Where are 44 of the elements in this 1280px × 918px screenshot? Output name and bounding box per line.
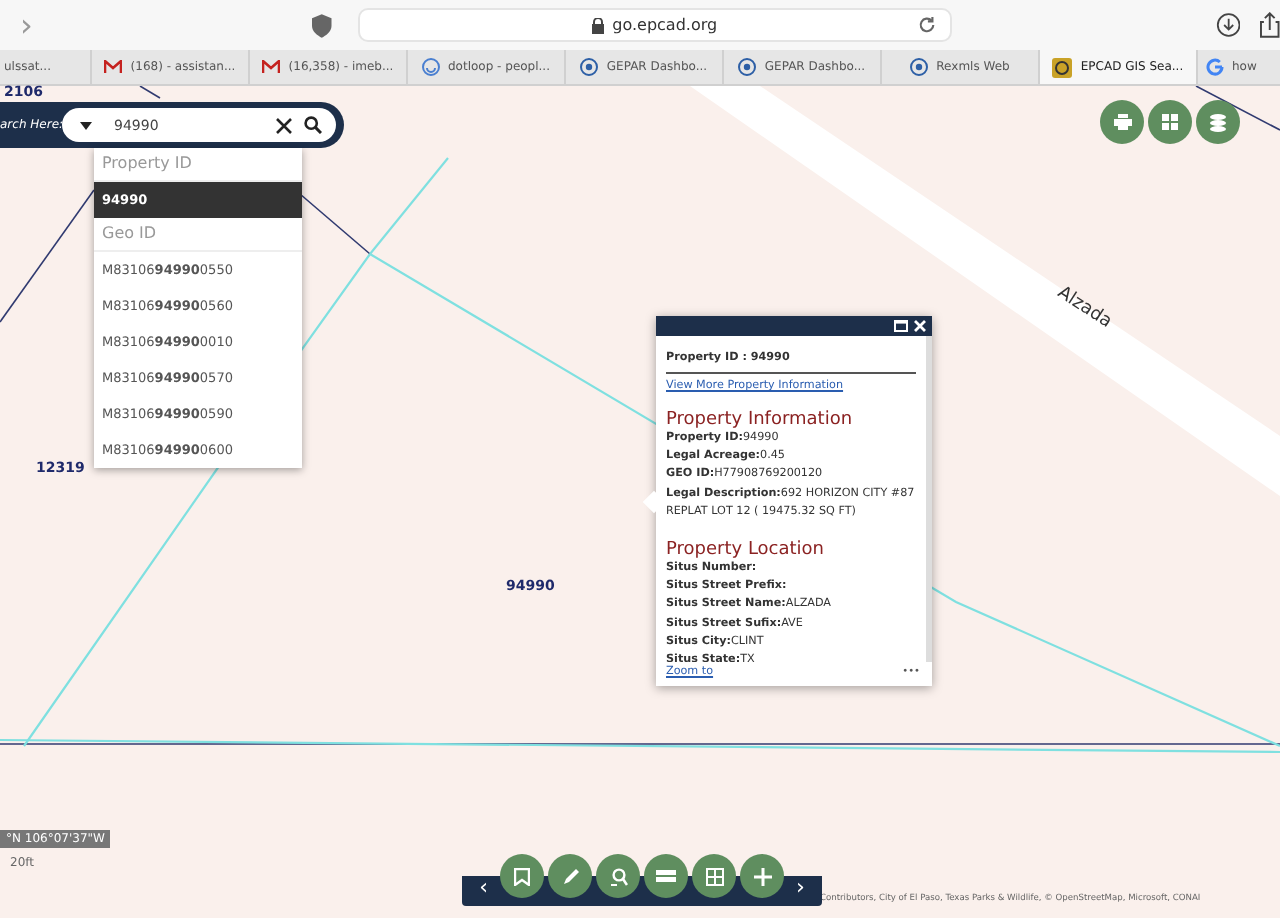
group-heading: Geo ID — [94, 218, 302, 252]
section-heading: Property Information — [666, 410, 855, 430]
logo-icon — [1052, 57, 1073, 77]
layers-icon — [1210, 113, 1226, 131]
previous-button[interactable]: ‹ — [471, 874, 496, 900]
smile-icon — [422, 58, 440, 76]
download-icon[interactable] — [1215, 12, 1241, 38]
search-icon — [609, 867, 627, 885]
search-tool-button[interactable] — [596, 854, 640, 898]
layers-button[interactable] — [1196, 100, 1240, 144]
close-icon[interactable] — [914, 320, 926, 332]
maximize-icon[interactable] — [894, 320, 908, 332]
table-tool-button[interactable] — [692, 854, 736, 898]
printer-icon — [1113, 114, 1131, 130]
address-bar[interactable]: go.epcad.org — [358, 8, 952, 42]
clear-icon[interactable] — [276, 117, 292, 133]
grid-button[interactable] — [1148, 100, 1192, 144]
target-icon — [580, 58, 599, 76]
plus-tool-button[interactable] — [740, 854, 784, 898]
section-heading: Property Location — [666, 540, 827, 561]
ruler-icon — [656, 870, 676, 882]
reload-icon[interactable] — [917, 16, 936, 34]
grid-icon — [1162, 114, 1178, 130]
bookmark-tool-button[interactable] — [500, 854, 544, 898]
target-icon — [738, 58, 757, 76]
lock-icon — [592, 17, 605, 33]
mail-icon — [104, 60, 123, 74]
caret-icon[interactable] — [80, 121, 92, 129]
search-icon[interactable] — [304, 116, 322, 134]
map-background[interactable] — [0, 86, 1280, 918]
url-text: go.epcad.org — [612, 16, 718, 34]
ruler-tool-button[interactable] — [644, 854, 688, 898]
print-button[interactable] — [1100, 100, 1144, 144]
g-letter-icon — [1206, 58, 1224, 76]
pen-icon — [561, 867, 579, 885]
next-button[interactable]: › — [788, 874, 813, 900]
share-icon[interactable] — [1260, 12, 1280, 38]
plus-icon — [753, 867, 771, 885]
table-icon — [705, 867, 723, 885]
mail-icon — [262, 60, 281, 74]
bookmark-icon — [514, 867, 530, 885]
target-icon — [910, 58, 929, 76]
pen-tool-button[interactable] — [548, 854, 592, 898]
shield-icon[interactable] — [312, 13, 333, 37]
